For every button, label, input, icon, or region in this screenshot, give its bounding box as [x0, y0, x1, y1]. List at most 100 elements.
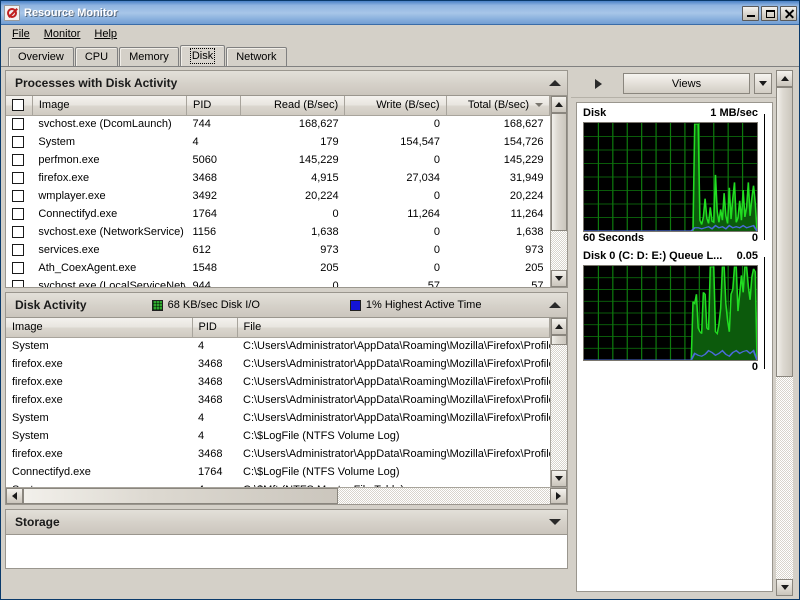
client-area: Processes with Disk Activity Image PID R… — [1, 66, 799, 599]
right-pane-vertical-scrollbar[interactable] — [776, 70, 793, 596]
table-row[interactable]: svchost.exe (LocalServiceNetwo... 944 0 … — [6, 277, 550, 287]
table-row[interactable]: System 4 179 154,547 154,726 — [6, 133, 550, 152]
menu-help[interactable]: Help — [88, 26, 125, 42]
table-row[interactable]: services.exe 612 973 0 973 — [6, 241, 550, 260]
scroll-thumb[interactable] — [551, 113, 567, 231]
row-checkbox[interactable] — [12, 208, 24, 221]
scroll-down-button[interactable] — [551, 270, 567, 287]
chevron-up-icon[interactable] — [549, 80, 561, 86]
row-checkbox[interactable] — [12, 226, 24, 239]
table-row[interactable]: svchost.exe (NetworkService) 1156 1,638 … — [6, 223, 550, 242]
disk-activity-horizontal-scrollbar[interactable] — [6, 487, 567, 504]
maximize-button[interactable] — [761, 5, 778, 21]
left-column: Processes with Disk Activity Image PID R… — [5, 70, 568, 596]
row-checkbox[interactable] — [12, 244, 24, 257]
menu-monitor-label: Monitor — [43, 28, 81, 40]
graph-scale-rule — [764, 257, 765, 369]
cell-file: C:\$LogFile (NTFS Volume Log) — [237, 463, 550, 482]
table-row[interactable]: wmplayer.exe 3492 20,224 0 20,224 — [6, 187, 550, 206]
disk-activity-vertical-scrollbar[interactable] — [550, 318, 567, 487]
table-row[interactable]: System 4 C:\Users\Administrator\AppData\… — [6, 409, 550, 428]
row-checkbox[interactable] — [12, 172, 24, 185]
disk-graph-block: Disk 1 MB/sec 60 Seconds 0 — [583, 107, 767, 248]
table-row[interactable]: System 4 C:\$LogFile (NTFS Volume Log) — [6, 427, 550, 446]
sort-descending-icon — [535, 103, 543, 108]
table-row[interactable]: Ath_CoexAgent.exe 1548 205 0 205 — [6, 259, 550, 278]
table-row[interactable]: firefox.exe 3468 C:\Users\Administrator\… — [6, 355, 550, 374]
scroll-track[interactable] — [551, 231, 567, 270]
processes-vertical-scrollbar[interactable] — [550, 96, 567, 287]
tab-cpu[interactable]: CPU — [74, 47, 119, 66]
row-checkbox[interactable] — [12, 136, 24, 149]
processes-col-total-label: Total (B/sec) — [467, 99, 529, 112]
scroll-up-button[interactable] — [551, 96, 567, 113]
menu-monitor[interactable]: Monitor — [38, 26, 89, 42]
processes-grid-wrapper: Image PID Read (B/sec) Write (B/sec) Tot… — [6, 96, 567, 287]
scroll-down-button[interactable] — [776, 579, 793, 596]
processes-panel-header[interactable]: Processes with Disk Activity — [6, 71, 567, 96]
chevron-down-icon[interactable] — [549, 519, 561, 525]
cell-pid: 744 — [186, 115, 241, 134]
disk-col-pid[interactable]: PID — [192, 318, 238, 338]
table-row[interactable]: firefox.exe 3468 C:\Users\Administrator\… — [6, 391, 550, 410]
scroll-up-button[interactable] — [776, 70, 793, 87]
minimize-button[interactable] — [742, 5, 759, 21]
scroll-track[interactable] — [776, 377, 793, 579]
scroll-left-button[interactable] — [6, 488, 23, 504]
cell-read: 1,638 — [240, 223, 345, 242]
row-checkbox[interactable] — [12, 280, 24, 287]
scroll-right-button[interactable] — [550, 488, 567, 504]
chevron-up-icon[interactable] — [549, 302, 561, 308]
scroll-track[interactable] — [338, 488, 550, 504]
storage-panel-header[interactable]: Storage — [6, 510, 567, 535]
tab-network[interactable]: Network — [226, 47, 287, 66]
processes-col-total[interactable]: Total (B/sec) — [446, 96, 550, 116]
table-row[interactable]: Connectifyd.exe 1764 C:\$LogFile (NTFS V… — [6, 463, 550, 482]
scroll-up-button[interactable] — [551, 318, 567, 335]
table-row[interactable]: System 4 C:\$Mft (NTFS Master File Table… — [6, 481, 550, 487]
menu-file[interactable]: File — [6, 26, 38, 42]
views-button[interactable]: Views — [623, 73, 750, 94]
legend-disk-io: 68 KB/sec Disk I/O — [151, 299, 260, 311]
storage-panel: Storage — [5, 509, 568, 569]
processes-col-image[interactable]: Image — [32, 96, 187, 116]
processes-col-read[interactable]: Read (B/sec) — [240, 96, 346, 116]
cell-image: svchost.exe (NetworkService) — [32, 223, 187, 242]
views-dropdown-button[interactable] — [754, 73, 772, 94]
scroll-down-button[interactable] — [551, 470, 567, 487]
scroll-thumb[interactable] — [23, 488, 338, 504]
processes-select-all-header[interactable] — [6, 96, 33, 116]
close-button[interactable] — [780, 5, 797, 21]
row-checkbox[interactable] — [12, 154, 24, 167]
table-row[interactable]: svchost.exe (DcomLaunch) 744 168,627 0 1… — [6, 115, 550, 134]
disk-col-file[interactable]: File — [237, 318, 550, 338]
legend-active-time-label: 1% Highest Active Time — [365, 299, 482, 311]
tab-overview[interactable]: Overview — [8, 47, 74, 66]
disk-activity-panel-header[interactable]: Disk Activity 68 KB/sec Disk I/O 1% High… — [6, 293, 567, 318]
scroll-track[interactable] — [551, 345, 567, 470]
scroll-thumb[interactable] — [551, 335, 567, 345]
table-row[interactable]: perfmon.exe 5060 145,229 0 145,229 — [6, 151, 550, 170]
table-row[interactable]: System 4 C:\Users\Administrator\AppData\… — [6, 337, 550, 356]
table-row[interactable]: firefox.exe 3468 C:\Users\Administrator\… — [6, 373, 550, 392]
cell-read: 145,229 — [240, 151, 345, 170]
views-button-label: Views — [671, 77, 702, 90]
scroll-thumb[interactable] — [776, 87, 793, 377]
row-checkbox[interactable] — [12, 262, 24, 275]
table-row[interactable]: firefox.exe 3468 C:\Users\Administrator\… — [6, 445, 550, 464]
select-all-checkbox[interactable] — [12, 99, 24, 112]
processes-col-pid[interactable]: PID — [186, 96, 241, 116]
table-row[interactable]: firefox.exe 3468 4,915 27,034 31,949 — [6, 169, 550, 188]
cell-write: 0 — [344, 115, 447, 134]
disk-col-image[interactable]: Image — [6, 318, 193, 338]
row-checkbox[interactable] — [12, 190, 24, 203]
expand-arrow-button[interactable] — [577, 73, 619, 94]
cell-write: 0 — [344, 259, 447, 278]
cell-write: 0 — [344, 223, 447, 242]
tab-memory[interactable]: Memory — [119, 47, 179, 66]
table-row[interactable]: Connectifyd.exe 1764 0 11,264 11,264 — [6, 205, 550, 224]
row-checkbox[interactable] — [12, 118, 24, 131]
tab-disk[interactable]: Disk — [179, 45, 226, 66]
processes-col-write[interactable]: Write (B/sec) — [344, 96, 447, 116]
disk-graph-footer: 60 Seconds 0 — [583, 232, 758, 248]
